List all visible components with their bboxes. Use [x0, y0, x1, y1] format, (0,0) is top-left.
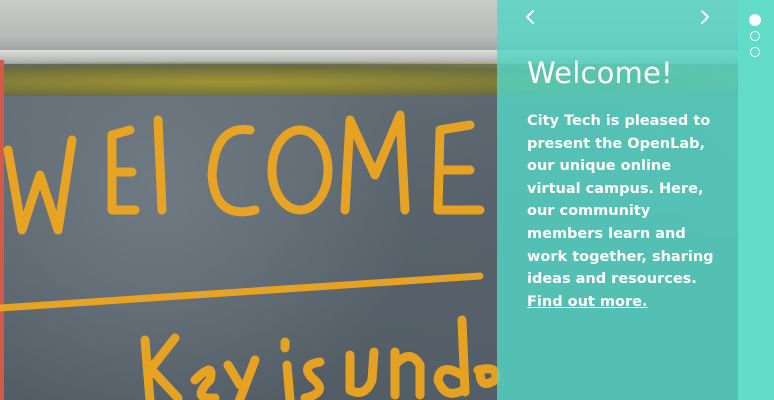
slide-pager	[738, 0, 774, 400]
slide-caption-panel: Welcome! City Tech is pleased to present…	[497, 0, 738, 400]
chevron-left-icon[interactable]	[519, 6, 543, 28]
slide-title: Welcome!	[527, 56, 673, 90]
pager-dot-1[interactable]	[749, 14, 761, 26]
chevron-right-icon[interactable]	[692, 6, 716, 28]
chalk-graffiti	[0, 110, 500, 400]
pager-dot-3[interactable]	[750, 47, 760, 57]
slide-body-text: City Tech is pleased to present the Open…	[527, 113, 714, 288]
slide-body: City Tech is pleased to present the Open…	[527, 110, 717, 313]
find-out-more-link[interactable]: Find out more.	[527, 294, 647, 310]
pager-dot-2[interactable]	[750, 31, 760, 41]
welcome-slider: Welcome! City Tech is pleased to present…	[0, 0, 774, 400]
